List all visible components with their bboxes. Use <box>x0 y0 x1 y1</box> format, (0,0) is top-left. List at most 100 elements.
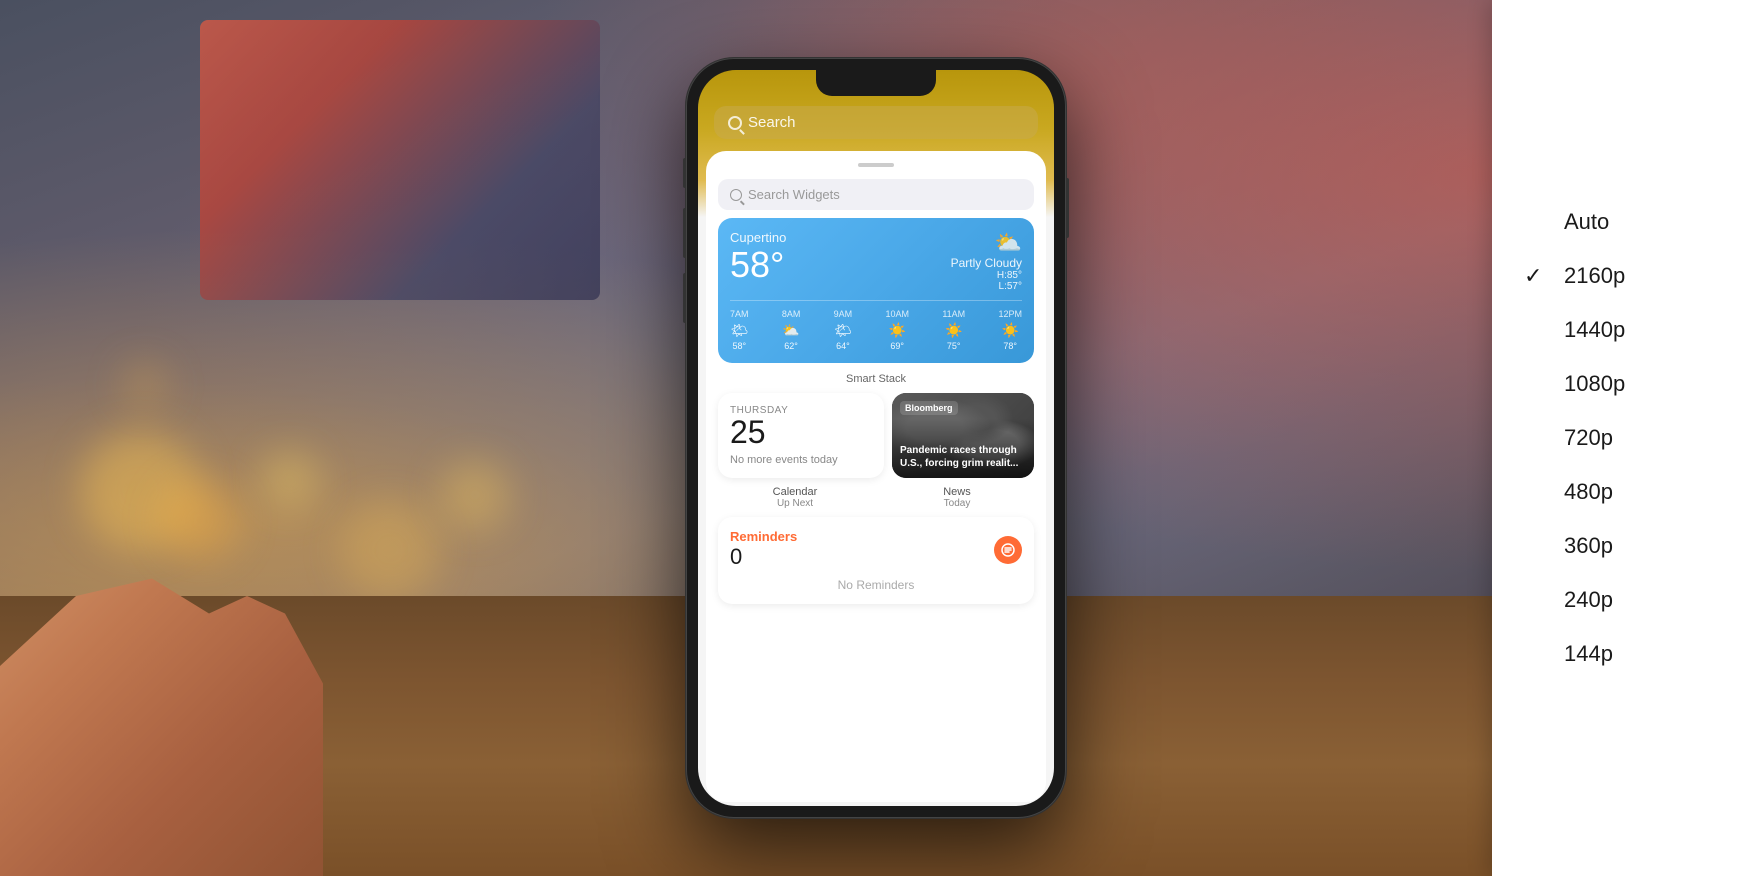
weather-time-label: 9AM <box>834 309 853 319</box>
quality-label-2160p: 2160p <box>1564 263 1625 289</box>
news-image: Bloomberg Pandemic races through U.S., f… <box>892 393 1034 478</box>
quality-check-240p <box>1524 587 1548 613</box>
weather-condition: Partly Cloudy <box>951 256 1022 270</box>
bokeh-light <box>260 450 320 510</box>
weather-hour-11am: 11AM ☀️ 75° <box>942 309 965 351</box>
quality-label-1080p: 1080p <box>1564 371 1625 397</box>
calendar-widget-name: Calendar <box>718 486 872 498</box>
phone-wrapper: Search Search Widgets Cu <box>686 58 1066 818</box>
weather-high: H:85° <box>951 270 1022 281</box>
weather-hour-icon: 🌤 <box>730 322 749 339</box>
weather-time-label: 8AM <box>782 309 801 319</box>
weather-hour-icon: 🌤 <box>834 322 853 339</box>
quality-label-1440p: 1440p <box>1564 317 1625 343</box>
news-label: News Today <box>880 486 1034 509</box>
reminders-count: 0 <box>730 544 797 570</box>
weather-hour-temp: 64° <box>834 341 853 351</box>
reminders-title: Reminders <box>730 529 797 544</box>
weather-time-label: 7AM <box>730 309 749 319</box>
quality-item-2160p[interactable]: ✓ 2160p <box>1492 249 1752 303</box>
weather-hour-icon: ⛅ <box>782 322 801 339</box>
calendar-widget[interactable]: THURSDAY 25 No more events today <box>718 393 884 478</box>
quality-check-480p <box>1524 479 1548 505</box>
quality-item-720p[interactable]: 720p <box>1492 411 1752 465</box>
smart-stack-label: Smart Stack <box>718 373 1034 385</box>
quality-label-480p: 480p <box>1564 479 1613 505</box>
phone-notch <box>816 70 936 96</box>
reminders-widget[interactable]: Reminders 0 <box>718 517 1034 604</box>
bokeh-light <box>440 460 510 530</box>
widget-labels-row: Calendar Up Next News Today <box>718 486 1034 509</box>
quality-menu: Auto ✓ 2160p 1440p 1080p 720p 480p 360p … <box>1492 0 1752 876</box>
news-widget-name: News <box>880 486 1034 498</box>
quality-item-auto[interactable]: Auto <box>1492 195 1752 249</box>
weather-widget[interactable]: Cupertino 58° ⛅ Partly Cloudy H:85° L:57… <box>718 218 1034 363</box>
bokeh-light <box>120 360 170 410</box>
search-icon <box>728 116 742 130</box>
search-label: Search <box>748 114 796 131</box>
news-widget-sub: Today <box>880 498 1034 509</box>
news-source: Bloomberg <box>900 401 958 415</box>
quality-check-2160p: ✓ <box>1524 263 1548 289</box>
weather-hour-icon: ☀️ <box>942 322 965 339</box>
quality-item-1440p[interactable]: 1440p <box>1492 303 1752 357</box>
quality-item-1080p[interactable]: 1080p <box>1492 357 1752 411</box>
search-widgets-icon <box>730 189 742 201</box>
quality-item-144p[interactable]: 144p <box>1492 627 1752 681</box>
drag-indicator <box>858 163 894 167</box>
weather-hour-9am: 9AM 🌤 64° <box>834 309 853 351</box>
weather-hour-temp: 58° <box>730 341 749 351</box>
quality-item-480p[interactable]: 480p <box>1492 465 1752 519</box>
phone-power-button <box>1066 178 1069 238</box>
news-widget[interactable]: Bloomberg Pandemic races through U.S., f… <box>892 393 1034 478</box>
calendar-no-events: No more events today <box>730 454 872 466</box>
calendar-widget-sub: Up Next <box>718 498 872 509</box>
widgets-row: THURSDAY 25 No more events today Bloombe… <box>718 393 1034 478</box>
calendar-date: 25 <box>730 416 872 448</box>
quality-label-auto: Auto <box>1564 209 1609 235</box>
weather-hour-icon: ☀️ <box>998 322 1022 339</box>
quality-check-1080p <box>1524 371 1548 397</box>
phone-volume-up-button <box>683 208 686 258</box>
weather-time-label: 10AM <box>885 309 909 319</box>
calendar-label: Calendar Up Next <box>718 486 872 509</box>
weather-hour-temp: 75° <box>942 341 965 351</box>
quality-check-360p <box>1524 533 1548 559</box>
search-bar[interactable]: Search <box>714 106 1038 139</box>
phone-screen: Search Search Widgets Cu <box>698 70 1054 806</box>
bokeh-light <box>340 500 440 600</box>
reminders-icon <box>994 536 1022 564</box>
quality-check-144p <box>1524 641 1548 667</box>
search-widgets-bar[interactable]: Search Widgets <box>718 179 1034 210</box>
widget-card: Search Widgets Cupertino 58° ⛅ Partly Cl… <box>706 151 1046 802</box>
weather-hour-12pm: 12PM ☀️ 78° <box>998 309 1022 351</box>
weather-hourly: 7AM 🌤 58° 8AM ⛅ 62° 9AM 🌤 <box>730 300 1022 351</box>
reminders-header: Reminders 0 <box>730 529 1022 570</box>
quality-check-auto <box>1524 209 1548 235</box>
weather-hour-8am: 8AM ⛅ 62° <box>782 309 801 351</box>
quality-label-360p: 360p <box>1564 533 1613 559</box>
weather-temp: 58° <box>730 245 786 285</box>
background-monitor <box>200 20 600 300</box>
phone-volume-down-button <box>683 273 686 323</box>
quality-label-240p: 240p <box>1564 587 1613 613</box>
quality-check-720p <box>1524 425 1548 451</box>
phone-mute-button <box>683 158 686 188</box>
search-widgets-label: Search Widgets <box>748 187 840 202</box>
weather-condition-icon: ⛅ <box>951 230 1022 256</box>
weather-time-label: 11AM <box>942 309 965 319</box>
quality-item-360p[interactable]: 360p <box>1492 519 1752 573</box>
weather-hour-7am: 7AM 🌤 58° <box>730 309 749 351</box>
bokeh-light <box>160 480 240 560</box>
reminders-empty: No Reminders <box>730 578 1022 592</box>
weather-hour-10am: 10AM ☀️ 69° <box>885 309 909 351</box>
weather-time-label: 12PM <box>998 309 1022 319</box>
weather-hour-temp: 62° <box>782 341 801 351</box>
weather-hour-icon: ☀️ <box>885 322 909 339</box>
news-headline: Pandemic races through U.S., forcing gri… <box>900 444 1026 470</box>
weather-hour-temp: 69° <box>885 341 909 351</box>
quality-item-240p[interactable]: 240p <box>1492 573 1752 627</box>
quality-check-1440p <box>1524 317 1548 343</box>
weather-city: Cupertino <box>730 230 786 245</box>
quality-label-144p: 144p <box>1564 641 1613 667</box>
